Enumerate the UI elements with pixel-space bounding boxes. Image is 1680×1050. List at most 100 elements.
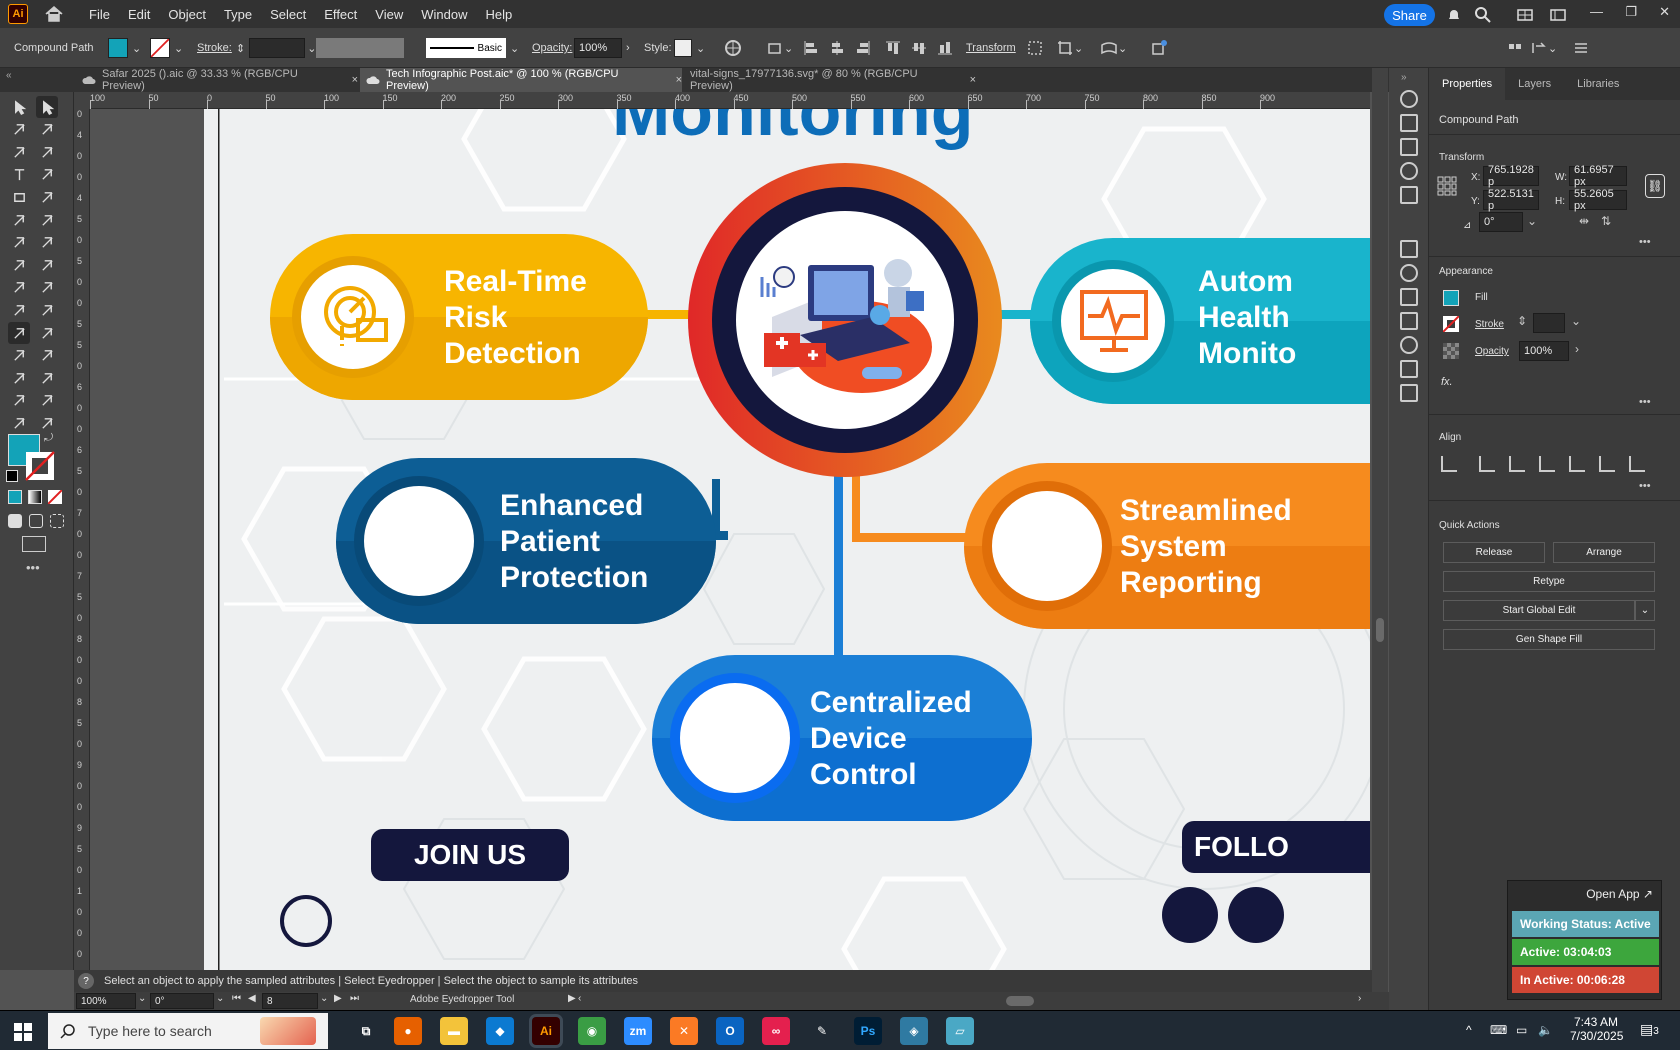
pill-automated-health-monitoring[interactable]: Autom Health Monito: [1030, 238, 1370, 404]
minimize-icon[interactable]: —: [1590, 4, 1603, 24]
illustrator-app-icon[interactable]: Ai: [532, 1017, 560, 1045]
icon-placeholder[interactable]: [992, 491, 1102, 601]
fill-swatch[interactable]: [108, 38, 128, 58]
symbol-sprayer-tool-icon[interactable]: [8, 345, 30, 367]
zoom-icon[interactable]: zm: [624, 1017, 652, 1045]
pill-streamlined-system-reporting[interactable]: Streamlined System Reporting: [964, 463, 1370, 629]
blend-tool-icon[interactable]: [36, 322, 58, 344]
default-colors-icon[interactable]: [6, 470, 18, 482]
home-icon[interactable]: [44, 5, 64, 23]
tray-app-icon[interactable]: ⌨: [1490, 1023, 1507, 1037]
line-segment-tool-icon[interactable]: [36, 164, 58, 186]
follow-button[interactable]: FOLLO: [1182, 821, 1370, 873]
cube-app-icon[interactable]: ◈: [900, 1017, 928, 1045]
expand-panels-icon[interactable]: »: [1401, 72, 1407, 83]
menu-type[interactable]: Type: [215, 7, 261, 22]
tray-chevron-up-icon[interactable]: ^: [1466, 1023, 1472, 1037]
xampp-icon[interactable]: ✕: [670, 1017, 698, 1045]
variable-width-profile[interactable]: [316, 38, 404, 58]
volume-icon[interactable]: 🔈: [1538, 1023, 1553, 1037]
stepper-icon[interactable]: ⇕: [236, 42, 245, 55]
ruler-origin[interactable]: [74, 92, 90, 109]
tab-layers[interactable]: Layers: [1505, 68, 1564, 100]
type-tool-icon[interactable]: [8, 164, 30, 186]
canvas[interactable]: Monitoring Real-Time Risk Detection Autom H…: [90, 109, 1370, 970]
transform-label[interactable]: Transform: [966, 28, 1016, 68]
panel-layout-icon[interactable]: [1506, 39, 1524, 57]
task-view-icon[interactable]: ⧉: [352, 1017, 380, 1045]
stroke-panel-icon[interactable]: [1400, 240, 1418, 258]
pen-tool-icon[interactable]: [8, 141, 30, 163]
stroke-weight-field[interactable]: [1533, 313, 1565, 333]
scroll-right-icon[interactable]: ›: [1358, 993, 1361, 1004]
recolor-icon[interactable]: [724, 39, 742, 57]
icon-placeholder[interactable]: [680, 683, 790, 793]
none-mode-icon[interactable]: [48, 490, 62, 504]
appearance-panel-icon[interactable]: [1400, 312, 1418, 330]
scroll-left-icon[interactable]: ‹: [578, 993, 581, 1004]
horizontal-scroll-thumb[interactable]: [1006, 996, 1034, 1006]
chevron-down-icon[interactable]: ⌄: [1527, 214, 1537, 228]
scroll-thumb[interactable]: [1376, 618, 1384, 642]
slice-tool-icon[interactable]: [36, 367, 58, 389]
artboard-number-field[interactable]: 8: [262, 993, 318, 1009]
color-mode-icon[interactable]: [8, 490, 22, 504]
close-tab-icon[interactable]: ×: [352, 74, 358, 86]
opacity-label[interactable]: Opacity:: [532, 28, 572, 68]
search-icon[interactable]: [1474, 6, 1492, 24]
artboard-tool-icon[interactable]: [36, 345, 58, 367]
flip-vertical-icon[interactable]: ⇅: [1601, 214, 1611, 228]
edit-toolbar-icon[interactable]: •••: [26, 560, 40, 575]
firefox-icon[interactable]: ●: [394, 1017, 422, 1045]
pen-app-icon[interactable]: ✎: [808, 1017, 836, 1045]
align-hcenter-icon[interactable]: [1509, 456, 1525, 472]
stroke-color-box[interactable]: [24, 450, 56, 482]
draw-inside-icon[interactable]: [50, 514, 64, 528]
clock[interactable]: 7:43 AM 7/30/2025: [1570, 1015, 1623, 1043]
align-bottom-icon[interactable]: [1629, 456, 1645, 472]
width-field[interactable]: 61.6957 px: [1569, 164, 1627, 188]
draw-normal-icon[interactable]: [8, 514, 22, 528]
share-button[interactable]: Share: [1384, 4, 1435, 26]
eyedropper-tool-icon[interactable]: [8, 322, 30, 344]
release-button[interactable]: Release: [1443, 542, 1545, 563]
transparency-panel-icon[interactable]: [1400, 288, 1418, 306]
align-to-icon[interactable]: [766, 39, 784, 57]
rectangle-tool-icon[interactable]: [8, 186, 30, 208]
shaper-tool-icon[interactable]: [8, 209, 30, 231]
instagram-icon[interactable]: [1228, 887, 1284, 943]
direct-selection-tool-icon[interactable]: [36, 96, 58, 118]
pill-enhanced-patient-protection[interactable]: Enhanced Patient Protection: [336, 458, 716, 624]
taskbar-search[interactable]: Type here to search: [48, 1013, 328, 1049]
constrain-proportions-icon[interactable]: ⛓: [1645, 174, 1665, 198]
chevron-down-icon[interactable]: ⌄: [1635, 600, 1655, 621]
chevron-down-icon[interactable]: ⌄: [510, 42, 519, 55]
tab-tech-infographic[interactable]: Tech Infographic Post.aic* @ 100 % (RGB/…: [360, 68, 682, 92]
perspective-grid-tool-icon[interactable]: [36, 277, 58, 299]
align-right-icon[interactable]: [854, 39, 872, 57]
shape-builder-tool-icon[interactable]: [8, 277, 30, 299]
gradient-panel-icon[interactable]: [1400, 264, 1418, 282]
hand-tool-icon[interactable]: [36, 390, 58, 412]
chevron-down-icon[interactable]: ⌄: [1118, 42, 1127, 55]
outlook-icon[interactable]: O: [716, 1017, 744, 1045]
align-bottom-icon[interactable]: [936, 39, 954, 57]
stroke-none-swatch[interactable]: [150, 38, 170, 58]
zoom-field[interactable]: 100%: [76, 993, 136, 1009]
chevron-down-icon[interactable]: ⌄: [174, 42, 183, 55]
magic-wand-tool-icon[interactable]: [8, 119, 30, 141]
scale-tool-icon[interactable]: [36, 232, 58, 254]
menu-effect[interactable]: Effect: [315, 7, 366, 22]
align-top-icon[interactable]: [1569, 456, 1585, 472]
tab-vital-signs[interactable]: vital-signs_17977136.svg* @ 80 % (RGB/CP…: [676, 68, 976, 92]
chevron-right-icon[interactable]: ›: [626, 42, 630, 54]
retype-button[interactable]: Retype: [1443, 571, 1655, 592]
menu-help[interactable]: Help: [476, 7, 521, 22]
puppet-warp-tool-icon[interactable]: [8, 412, 30, 434]
y-field[interactable]: 522.5131 p: [1483, 188, 1539, 212]
stepper-icon[interactable]: ⇕: [1517, 314, 1527, 328]
chevron-down-icon[interactable]: ⌄: [138, 993, 146, 1004]
arrange-button[interactable]: Arrange: [1553, 542, 1655, 563]
first-artboard-icon[interactable]: ⏮: [232, 993, 241, 1004]
flip-horizontal-icon[interactable]: ⇹: [1579, 214, 1589, 228]
